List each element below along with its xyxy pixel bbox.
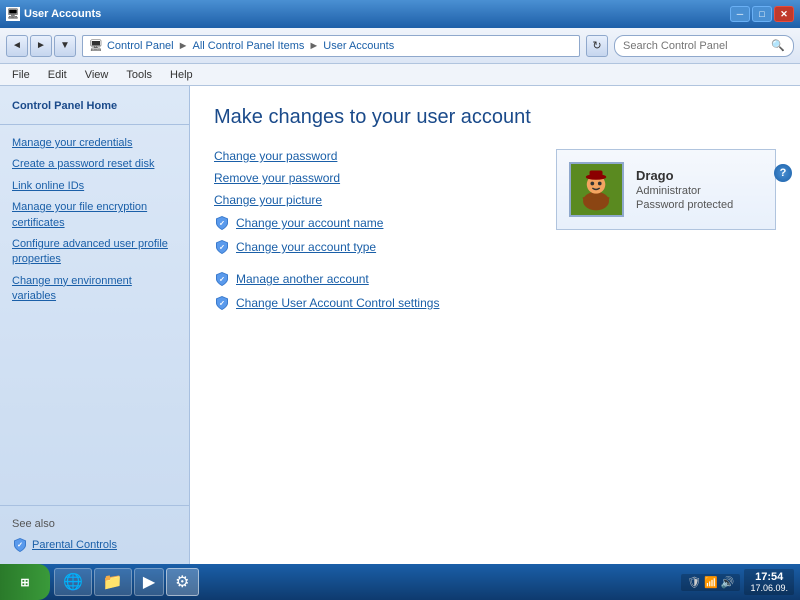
address-bar: ◄ ► ▼ 🖥 Control Panel ► All Control Pane… [0, 28, 800, 64]
remove-password-link[interactable]: Remove your password [214, 171, 526, 185]
tray-volume-icon[interactable]: 🔊 [721, 576, 735, 589]
tray-network-icon[interactable]: 📶 [704, 576, 718, 589]
sidebar-item-manage-file-encryption[interactable]: Manage your file encryption certificates [0, 197, 189, 234]
path-control-panel[interactable]: Control Panel [107, 40, 174, 52]
main-content: Make changes to your user account Change… [190, 86, 800, 564]
title-bar-left: 🖥 User Accounts [6, 7, 101, 21]
sidebar-item-change-environment[interactable]: Change my environment variables [0, 271, 189, 308]
change-password-label: Change your password [214, 149, 337, 163]
close-button[interactable]: ✕ [774, 6, 794, 22]
sidebar-item-parental-controls[interactable]: ✓ Parental Controls [0, 534, 189, 556]
avatar-image [571, 162, 622, 217]
change-uac-settings-link[interactable]: ✓ Change User Account Control settings [214, 295, 526, 311]
user-avatar [569, 162, 624, 217]
clock-time: 17:54 [750, 571, 788, 583]
shield-icon-account-type: ✓ [214, 239, 230, 255]
title-bar-controls: ─ □ ✕ [730, 6, 794, 22]
sidebar-divider-2 [0, 505, 189, 506]
change-account-name-link[interactable]: ✓ Change your account name [214, 215, 526, 231]
change-picture-label: Change your picture [214, 193, 322, 207]
taskbar: ⊞ 🌐 📁 ▶ ⚙ 🛡 📶 🔊 17:54 17.06.09. [0, 564, 800, 600]
window-icon: 🖥 [6, 7, 20, 21]
clock[interactable]: 17:54 17.06.09. [744, 569, 794, 595]
main-layout: Control Panel Home Manage your credentia… [0, 86, 800, 564]
taskbar-control-panel[interactable]: ⚙ [166, 568, 198, 596]
user-name: Drago [636, 168, 733, 183]
change-uac-settings-label: Change User Account Control settings [236, 296, 439, 310]
search-box[interactable]: 🔍 [614, 35, 794, 57]
change-account-type-label: Change your account type [236, 240, 376, 254]
svg-text:✓: ✓ [219, 277, 225, 284]
change-password-link[interactable]: Change your password [214, 149, 526, 163]
sidebar-item-create-password-reset[interactable]: Create a password reset disk [0, 154, 189, 175]
change-account-type-link[interactable]: ✓ Change your account type [214, 239, 526, 255]
maximize-button[interactable]: □ [752, 6, 772, 22]
page-title: Make changes to your user account [214, 106, 776, 129]
menu-view[interactable]: View [77, 67, 117, 83]
path-icon: 🖥 [89, 39, 103, 52]
menu-file[interactable]: File [4, 67, 38, 83]
sidebar: Control Panel Home Manage your credentia… [0, 86, 190, 564]
nav-buttons: ◄ ► ▼ [6, 35, 76, 57]
tray-antivirus-icon[interactable]: 🛡 [687, 576, 701, 589]
sys-tray: 🛡 📶 🔊 [681, 574, 740, 591]
main-window: 🖥 User Accounts ─ □ ✕ ◄ ► ▼ 🖥 Control Pa… [0, 0, 800, 600]
start-button[interactable]: ⊞ [0, 564, 50, 600]
user-role: Administrator [636, 185, 733, 197]
manage-another-account-label: Manage another account [236, 272, 369, 286]
user-status: Password protected [636, 199, 733, 211]
sidebar-title[interactable]: Control Panel Home [0, 94, 189, 116]
taskbar-media[interactable]: ▶ [134, 568, 164, 596]
menu-edit[interactable]: Edit [40, 67, 75, 83]
shield-small-icon: ✓ [12, 537, 28, 553]
recent-button[interactable]: ▼ [54, 35, 76, 57]
path-user-accounts[interactable]: User Accounts [323, 40, 394, 52]
taskbar-items: 🌐 📁 ▶ ⚙ [50, 568, 675, 596]
help-icon[interactable]: ? [774, 164, 792, 182]
svg-text:✓: ✓ [17, 542, 23, 549]
menu-bar: File Edit View Tools Help [0, 64, 800, 86]
window-title: User Accounts [24, 8, 101, 20]
see-also-label: See also [0, 514, 189, 534]
remove-password-label: Remove your password [214, 171, 340, 185]
search-input[interactable] [623, 40, 767, 52]
change-account-name-label: Change your account name [236, 216, 383, 230]
title-bar: 🖥 User Accounts ─ □ ✕ [0, 0, 800, 28]
sidebar-item-manage-credentials[interactable]: Manage your credentials [0, 133, 189, 154]
path-all-items[interactable]: All Control Panel Items [193, 40, 305, 52]
start-icon: ⊞ [20, 576, 29, 589]
content-wrapper: ? Control Panel Home Manage your credent… [0, 86, 800, 564]
svg-text:✓: ✓ [219, 301, 225, 308]
change-picture-link[interactable]: Change your picture [214, 193, 526, 207]
menu-tools[interactable]: Tools [118, 67, 160, 83]
sidebar-divider-1 [0, 124, 189, 125]
user-info: Drago Administrator Password protected [636, 168, 733, 211]
shield-icon-uac: ✓ [214, 295, 230, 311]
forward-button[interactable]: ► [30, 35, 52, 57]
taskbar-right: 🛡 📶 🔊 17:54 17.06.09. [675, 569, 800, 595]
content-grid: Change your password Remove your passwor… [214, 149, 776, 319]
shield-icon-manage-account: ✓ [214, 271, 230, 287]
menu-help[interactable]: Help [162, 67, 201, 83]
back-button[interactable]: ◄ [6, 35, 28, 57]
minimize-button[interactable]: ─ [730, 6, 750, 22]
clock-date: 17.06.09. [750, 583, 788, 593]
search-icon[interactable]: 🔍 [771, 39, 785, 52]
taskbar-ie[interactable]: 🌐 [54, 568, 92, 596]
user-card: Drago Administrator Password protected [556, 149, 776, 230]
refresh-button[interactable]: ↻ [586, 35, 608, 57]
manage-another-account-link[interactable]: ✓ Manage another account [214, 271, 526, 287]
taskbar-folder[interactable]: 📁 [94, 568, 132, 596]
shield-icon-account-name: ✓ [214, 215, 230, 231]
links-section: Change your password Remove your passwor… [214, 149, 526, 319]
address-path[interactable]: 🖥 Control Panel ► All Control Panel Item… [82, 35, 580, 57]
svg-text:✓: ✓ [219, 245, 225, 252]
svg-text:✓: ✓ [219, 221, 225, 228]
sidebar-item-configure-profile[interactable]: Configure advanced user profile properti… [0, 234, 189, 271]
sidebar-item-link-online-ids[interactable]: Link online IDs [0, 176, 189, 197]
